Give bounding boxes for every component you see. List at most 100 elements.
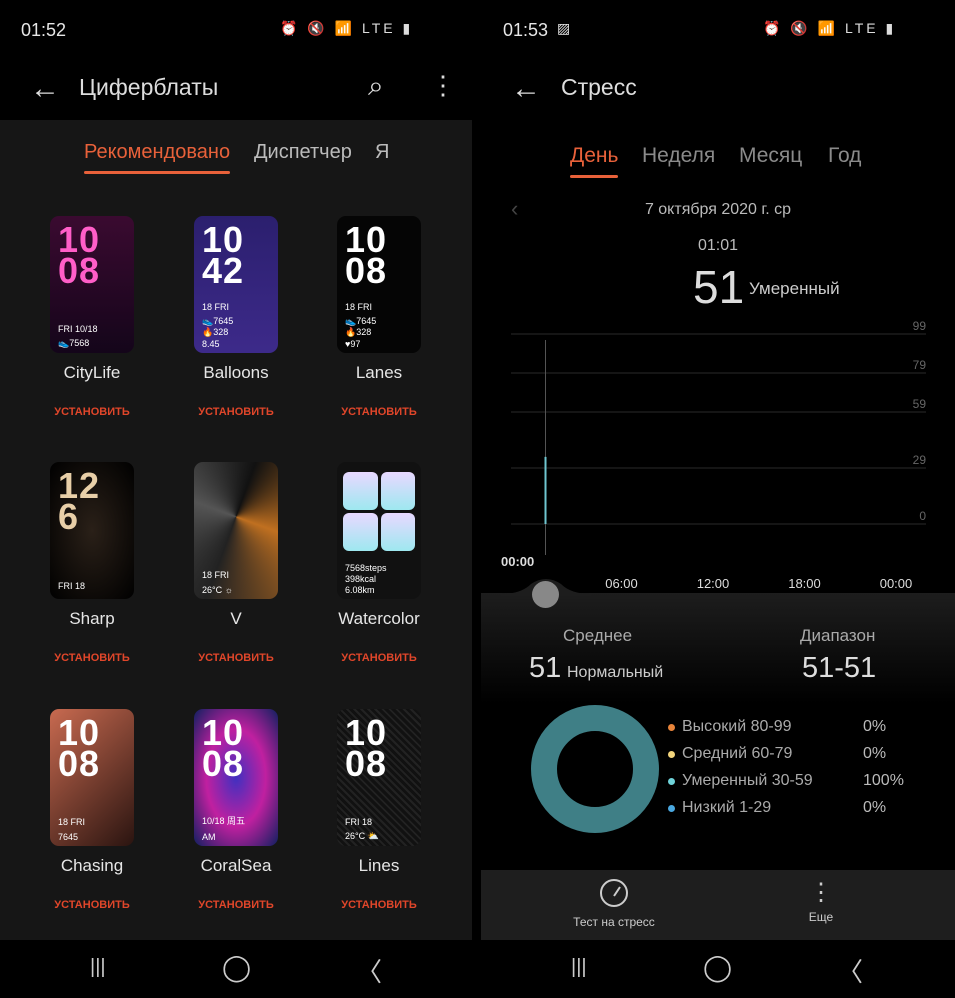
stress-chart[interactable]: 99 79 59 29 0 00:00 06:00 12:00 18:00 00:00 <box>481 310 955 610</box>
x-tick-label: 06:00 <box>605 576 638 591</box>
range-label: Диапазон <box>800 626 876 645</box>
install-button[interactable]: УСТАНОВИТЬ <box>309 406 449 418</box>
tab-recommended[interactable]: Рекомендовано <box>84 141 231 174</box>
avg-value: 51 <box>529 652 562 684</box>
watch-face-preview[interactable]: 10 08 10/18 周五 AM <box>194 709 278 846</box>
more-vert-icon[interactable]: ⋮ <box>430 70 456 101</box>
legend-dot <box>668 805 675 812</box>
status-icons: ⏰ 🔇 📶 LTE ▮ <box>763 20 897 36</box>
tab-manager[interactable]: Диспетчер <box>254 141 352 164</box>
watch-face-preview[interactable]: 10 08 FRI 10/18 👟7568 <box>50 216 134 353</box>
install-button[interactable]: УСТАНОВИТЬ <box>22 899 162 911</box>
face-info: 👟7568 <box>58 338 90 348</box>
watch-face-preview[interactable]: 10 08 FRI 18 26°C ⛅ <box>337 709 421 846</box>
system-nav-bar: ||| ◯ 〈 <box>0 940 472 998</box>
tab-year[interactable]: Год <box>828 144 861 168</box>
install-button[interactable]: УСТАНОВИТЬ <box>22 652 162 664</box>
install-button[interactable]: УСТАНОВИТЬ <box>166 652 306 664</box>
back-icon[interactable]: 〈 <box>356 952 382 989</box>
recents-icon[interactable]: ||| <box>90 956 106 979</box>
legend-label: Средний 60-79 <box>682 745 793 762</box>
face-time: 10 08 <box>202 712 245 784</box>
more-button[interactable]: ⋮ Еще <box>791 878 851 924</box>
face-date: 18 FRI <box>202 570 230 580</box>
y-tick-label: 79 <box>913 358 927 372</box>
status-bar: 01:52 ⏰ 🔇 📶 LTE ▮ <box>0 0 472 60</box>
face-time: 10 42 <box>202 219 245 291</box>
status-time: 01:53 <box>503 20 549 40</box>
page-title: Стресс <box>561 74 637 100</box>
back-arrow-icon[interactable]: ← <box>511 72 541 106</box>
watch-face-preview[interactable]: 10 08 18 FRI 👟7645 🔥328 ♥97 <box>337 216 421 353</box>
install-button[interactable]: УСТАНОВИТЬ <box>309 652 449 664</box>
x-tick-label: 00:00 <box>880 576 913 591</box>
watch-face-preview[interactable]: 12 6 FRI 18 <box>50 462 134 599</box>
watch-face-name: CityLife <box>63 363 121 382</box>
face-info: 6.08km <box>345 585 375 595</box>
tab-mine[interactable]: Я <box>375 141 389 164</box>
recents-icon[interactable]: ||| <box>571 956 587 979</box>
face-time: 10 08 <box>345 219 388 291</box>
page-title: Циферблаты <box>79 74 219 100</box>
watch-face-name: Sharp <box>69 609 115 628</box>
home-icon[interactable]: ◯ <box>703 952 732 983</box>
gauge-icon <box>600 879 628 907</box>
watch-face-preview[interactable]: 18 FRI 26°C ☼ <box>194 462 278 599</box>
face-info: 26°C ☼ <box>202 585 233 595</box>
bottom-toolbar: Тест на стресс ⋮ Еще <box>481 870 955 940</box>
system-nav-bar: ||| ◯ 〈 <box>481 940 955 998</box>
selected-value: 51 <box>693 261 745 313</box>
watch-face-name: Lanes <box>355 363 403 382</box>
install-button[interactable]: УСТАНОВИТЬ <box>22 406 162 418</box>
face-time: 10 08 <box>345 712 388 784</box>
face-info: 👟7645 <box>345 316 377 326</box>
face-time: 10 08 <box>58 219 101 291</box>
install-button[interactable]: УСТАНОВИТЬ <box>309 899 449 911</box>
install-button[interactable]: УСТАНОВИТЬ <box>166 899 306 911</box>
y-tick-label: 29 <box>913 453 927 467</box>
x-tick-label: 00:00 <box>501 554 534 569</box>
watch-face-name: Watercolor <box>338 609 420 628</box>
selected-level: Умеренный <box>749 279 840 298</box>
x-tick-label: 18:00 <box>788 576 821 591</box>
legend-dot <box>668 778 675 785</box>
y-tick-label: 99 <box>913 319 927 333</box>
tab-week[interactable]: Неделя <box>642 144 715 168</box>
face-time: 12 6 <box>58 465 101 537</box>
install-button[interactable]: УСТАНОВИТЬ <box>166 406 306 418</box>
date-label: 7 октября 2020 г. ср <box>644 201 792 218</box>
stress-test-label: Тест на стресс <box>573 915 655 929</box>
stress-test-button[interactable]: Тест на стресс <box>561 878 667 929</box>
gallery-icon: ▨ <box>557 20 571 36</box>
stress-screen: 01:53 ▨ ⏰ 🔇 📶 LTE ▮ ← Стресс День Неделя… <box>481 0 955 998</box>
back-icon[interactable]: 〈 <box>837 952 863 989</box>
back-arrow-icon[interactable]: ← <box>30 72 60 106</box>
app-bar: ← Стресс <box>481 60 955 120</box>
tab-month[interactable]: Месяц <box>739 144 802 168</box>
more-vert-icon: ⋮ <box>809 879 833 906</box>
watch-face-preview[interactable]: 10 08 18 FRI 7645 <box>50 709 134 846</box>
search-icon[interactable]: ⌕ <box>368 70 384 103</box>
watch-face-name: CoralSea <box>200 856 272 875</box>
home-icon[interactable]: ◯ <box>222 952 251 983</box>
tab-day[interactable]: День <box>570 144 619 178</box>
legend-dot <box>668 751 675 758</box>
face-date: FRI 10/18 <box>58 324 98 334</box>
status-time: 01:52 <box>21 20 67 40</box>
y-tick-label: 59 <box>913 397 927 411</box>
face-date: 18 FRI <box>202 302 230 312</box>
face-date: 10/18 周五 <box>202 816 246 826</box>
face-info: 7645 <box>58 832 79 842</box>
app-bar: ← Циферблаты ⌕ ⋮ <box>0 60 472 120</box>
face-info: 26°C ⛅ <box>345 831 379 841</box>
face-info: 8.45 <box>202 339 220 349</box>
legend-label: Низкий 1-29 <box>682 799 772 816</box>
watch-face-name: Lines <box>358 856 400 875</box>
legend-pct: 0% <box>863 799 887 816</box>
legend-label: Умеренный 30-59 <box>682 772 813 789</box>
time-slider-handle[interactable] <box>532 581 559 608</box>
watch-face-preview[interactable]: 7568steps 398kcal 6.08km <box>337 462 421 599</box>
more-label: Еще <box>808 910 834 924</box>
watch-face-preview[interactable]: 10 42 18 FRI 👟7645 🔥328 8.45 <box>194 216 278 353</box>
legend-dot <box>668 724 675 731</box>
